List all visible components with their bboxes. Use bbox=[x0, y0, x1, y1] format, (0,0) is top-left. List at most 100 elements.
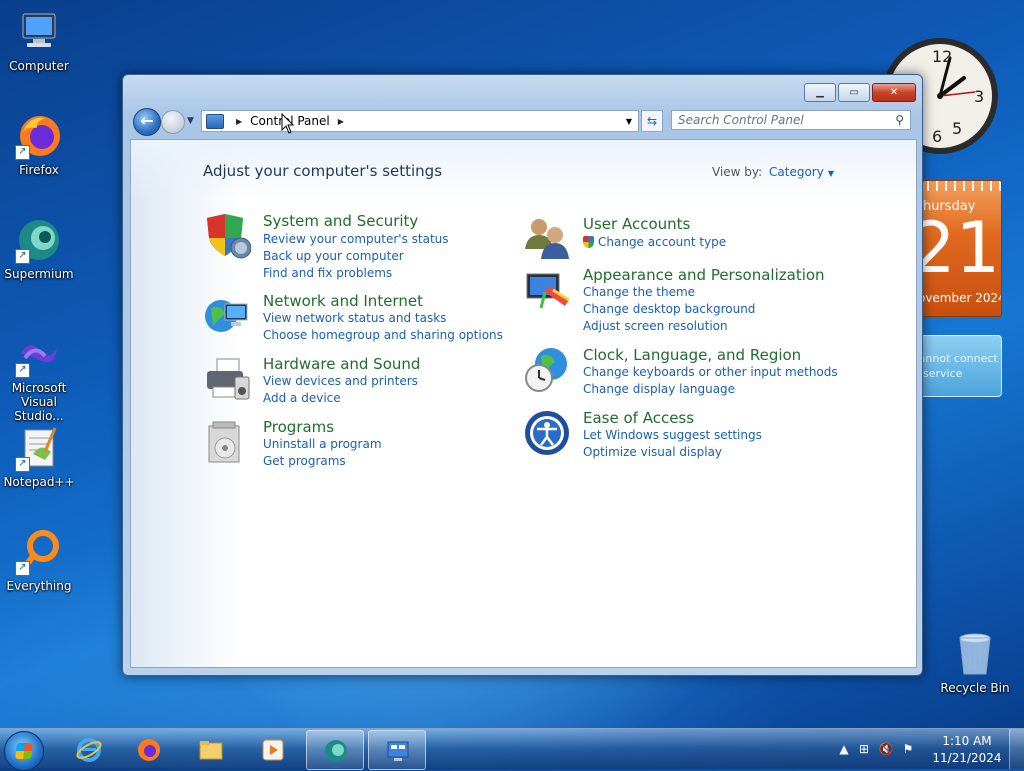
action-center-flag-icon[interactable]: ⚑ bbox=[900, 741, 916, 757]
desktop-icon-firefox[interactable]: ↗ Firefox bbox=[1, 112, 77, 177]
system-tray: ▲ ⊞ 🔇 ⚑ 1:10 AM 11/21/2024 bbox=[834, 729, 1024, 769]
category-title[interactable]: Programs bbox=[263, 418, 334, 436]
feed-gadget[interactable]: Cannot connect service bbox=[920, 335, 1002, 397]
desktop-icon-label: Computer bbox=[9, 59, 69, 73]
control-panel-icon bbox=[206, 113, 224, 129]
forward-button[interactable] bbox=[161, 110, 185, 134]
category-title[interactable]: User Accounts bbox=[583, 215, 690, 233]
category-title[interactable]: Clock, Language, and Region bbox=[583, 346, 801, 364]
link-screen-resolution[interactable]: Adjust screen resolution bbox=[583, 319, 728, 333]
control-panel-icon bbox=[387, 741, 409, 761]
internet-explorer-icon bbox=[76, 738, 102, 762]
desktop-icon-label: Supermium bbox=[4, 267, 74, 281]
windows-logo-icon bbox=[15, 743, 33, 759]
clock-number-3: 3 bbox=[974, 87, 984, 106]
control-panel-window[interactable]: ▁ ▭ ✕ ← ▼ ▶ Control Panel ▶ ▼ ⇆ Search C… bbox=[122, 74, 923, 676]
link-optimize-display[interactable]: Optimize visual display bbox=[583, 445, 722, 459]
supermium-icon bbox=[325, 740, 347, 762]
link-network-status[interactable]: View network status and tasks bbox=[263, 311, 446, 325]
link-change-account-type[interactable]: Change account type bbox=[583, 235, 726, 249]
breadcrumb-chevron-icon[interactable]: ▶ bbox=[338, 117, 344, 126]
breadcrumb-chevron-icon[interactable]: ▶ bbox=[236, 117, 242, 126]
category-title[interactable]: Network and Internet bbox=[263, 292, 423, 310]
taskbar-control-panel[interactable] bbox=[368, 730, 426, 770]
minimize-button[interactable]: ▁ bbox=[804, 83, 836, 102]
address-bar[interactable]: ▶ Control Panel ▶ ▼ bbox=[201, 110, 639, 132]
media-player-icon bbox=[262, 739, 284, 761]
category-title[interactable]: Hardware and Sound bbox=[263, 355, 420, 373]
link-uninstall-program[interactable]: Uninstall a program bbox=[263, 437, 382, 451]
firefox-icon: ↗ bbox=[15, 112, 63, 160]
taskbar-clock[interactable]: 1:10 AM 11/21/2024 bbox=[932, 733, 1002, 767]
close-icon: ✕ bbox=[889, 87, 899, 98]
category-title[interactable]: Appearance and Personalization bbox=[583, 266, 825, 284]
show-hidden-icons-icon[interactable]: ▲ bbox=[836, 741, 852, 757]
clock-globe-icon bbox=[523, 346, 571, 394]
desktop-icon-computer[interactable]: Computer bbox=[1, 8, 77, 73]
close-button[interactable]: ✕ bbox=[872, 83, 916, 102]
link-review-status[interactable]: Review your computer's status bbox=[263, 232, 449, 246]
calendar-date: 21 bbox=[923, 207, 1001, 289]
refresh-button[interactable]: ⇆ bbox=[641, 110, 663, 132]
calendar-month: November 2024 bbox=[923, 291, 1001, 305]
shortcut-arrow-icon: ↗ bbox=[15, 561, 30, 576]
view-by-value: Category bbox=[769, 165, 824, 179]
shortcut-arrow-icon: ↗ bbox=[15, 145, 30, 160]
view-by-dropdown[interactable]: Category ▼ bbox=[769, 165, 834, 179]
desktop-icon-notepadpp[interactable]: ↗ Notepad++ bbox=[1, 424, 77, 489]
desktop-icon-supermium[interactable]: ↗ Supermium bbox=[1, 216, 77, 281]
view-by-label: View by: bbox=[712, 165, 763, 179]
content-pane: Adjust your computer's settings View by:… bbox=[130, 139, 917, 668]
desktop-icon-label: Firefox bbox=[19, 163, 59, 177]
link-windows-suggest[interactable]: Let Windows suggest settings bbox=[583, 428, 762, 442]
link-homegroup[interactable]: Choose homegroup and sharing options bbox=[263, 328, 503, 342]
desktop-icon-recycle-bin[interactable]: Recycle Bin bbox=[937, 630, 1013, 695]
desktop-icon-everything[interactable]: ↗ Everything bbox=[1, 528, 77, 593]
link-display-language[interactable]: Change display language bbox=[583, 382, 735, 396]
users-icon bbox=[523, 215, 571, 263]
category-title[interactable]: System and Security bbox=[263, 212, 418, 230]
volume-muted-icon[interactable]: 🔇 bbox=[878, 741, 894, 757]
ease-of-access-icon bbox=[523, 409, 571, 457]
monitor-paint-icon bbox=[523, 266, 571, 314]
desktop-icon-label: Recycle Bin bbox=[940, 681, 1010, 695]
clock-number-5: 5 bbox=[952, 119, 962, 138]
taskbar-media-player[interactable] bbox=[244, 730, 300, 768]
desktop-icon-label: Notepad++ bbox=[3, 475, 75, 489]
feed-error-line1: Cannot connect bbox=[920, 352, 998, 365]
start-button[interactable] bbox=[4, 731, 44, 771]
navigation-bar: ← ▼ ▶ Control Panel ▶ ▼ ⇆ Search Control… bbox=[131, 108, 914, 136]
desktop-icon-label: Microsoft Visual Studio... bbox=[11, 381, 67, 423]
link-devices-printers[interactable]: View devices and printers bbox=[263, 374, 418, 388]
taskbar-supermium[interactable] bbox=[306, 730, 364, 770]
back-button[interactable]: ← bbox=[133, 108, 161, 136]
link-find-fix-problems[interactable]: Find and fix problems bbox=[263, 266, 392, 280]
link-desktop-background[interactable]: Change desktop background bbox=[583, 302, 755, 316]
link-change-theme[interactable]: Change the theme bbox=[583, 285, 695, 299]
shortcut-arrow-icon: ↗ bbox=[15, 457, 30, 472]
calendar-gadget[interactable]: Thursday 21 November 2024 bbox=[922, 180, 1002, 317]
recent-pages-dropdown[interactable]: ▼ bbox=[187, 116, 194, 126]
page-title: Adjust your computer's settings bbox=[203, 162, 443, 180]
search-icon[interactable]: ⚲ bbox=[895, 113, 904, 127]
desktop-icon-visual-studio[interactable]: ↗ Microsoft Visual Studio... bbox=[1, 330, 77, 423]
category-title[interactable]: Ease of Access bbox=[583, 409, 694, 427]
link-keyboards-input[interactable]: Change keyboards or other input methods bbox=[583, 365, 838, 379]
mouse-cursor-icon bbox=[281, 113, 295, 134]
maximize-button[interactable]: ▭ bbox=[838, 83, 870, 102]
link-add-device[interactable]: Add a device bbox=[263, 391, 341, 405]
show-desktop-button[interactable] bbox=[1009, 729, 1024, 769]
network-icon[interactable]: ⊞ bbox=[856, 741, 872, 757]
address-dropdown-icon[interactable]: ▼ bbox=[626, 117, 632, 126]
everything-icon: ↗ bbox=[15, 528, 63, 576]
link-backup[interactable]: Back up your computer bbox=[263, 249, 404, 263]
search-input[interactable]: Search Control Panel ⚲ bbox=[671, 110, 911, 130]
feed-error-line2: service bbox=[923, 367, 963, 380]
firefox-icon bbox=[138, 739, 160, 761]
link-get-programs[interactable]: Get programs bbox=[263, 454, 346, 468]
taskbar-internet-explorer[interactable] bbox=[60, 730, 116, 768]
search-placeholder: Search Control Panel bbox=[678, 113, 804, 127]
folder-icon bbox=[199, 741, 223, 760]
taskbar-firefox[interactable] bbox=[120, 730, 176, 768]
taskbar-explorer[interactable] bbox=[182, 730, 238, 768]
